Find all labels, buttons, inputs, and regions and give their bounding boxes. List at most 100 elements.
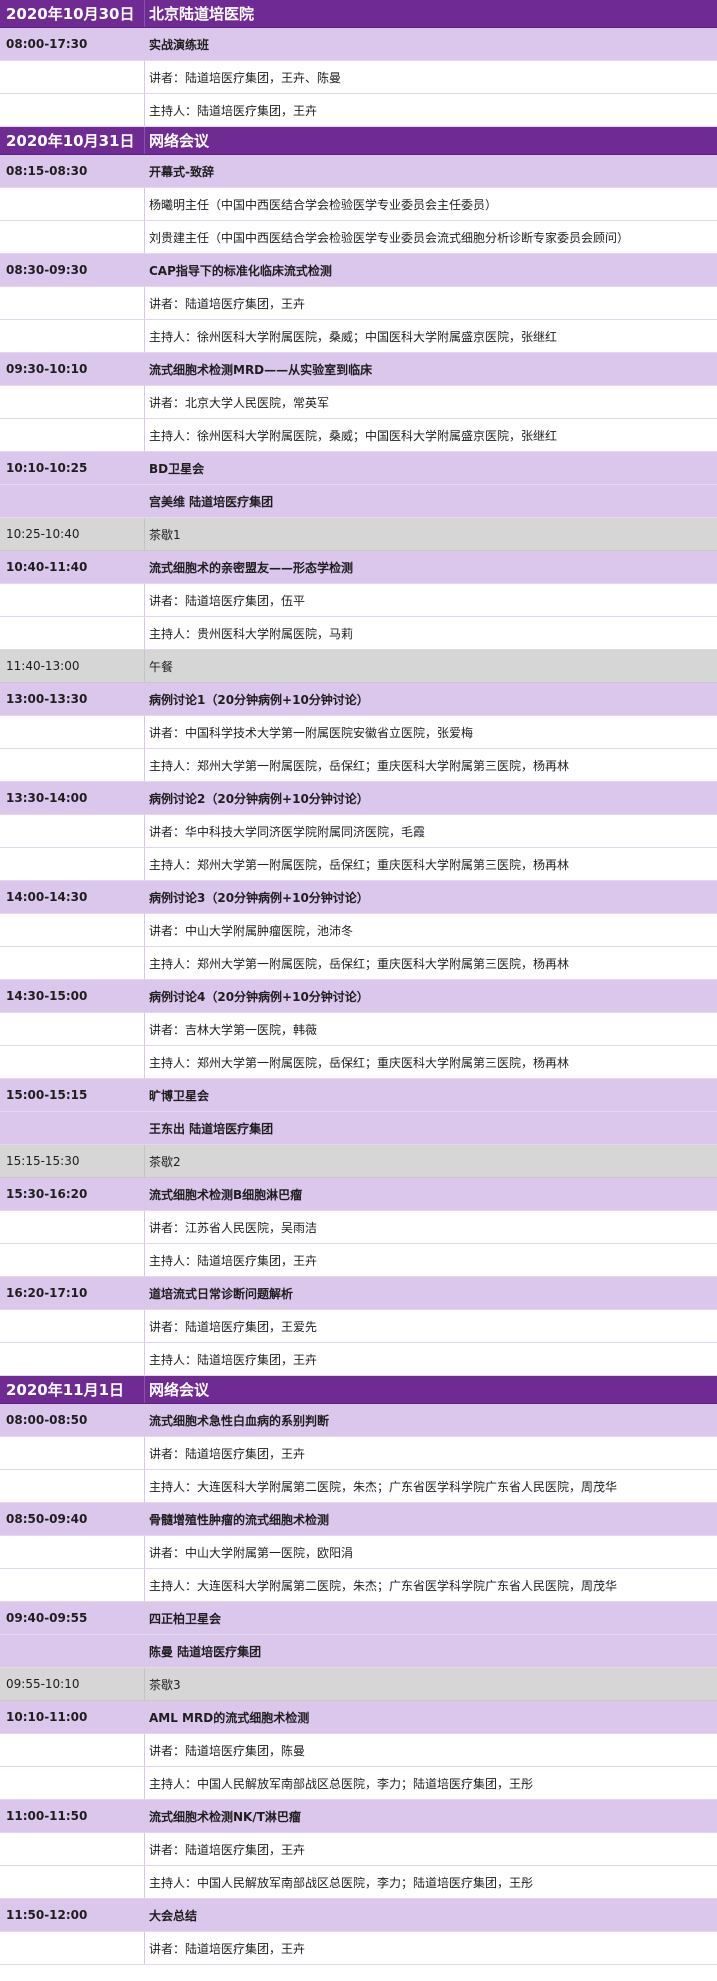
time-cell: 13:00-13:30 xyxy=(0,683,145,715)
time-cell xyxy=(0,1211,145,1243)
detail-row: 主持人：贵州医科大学附属医院，马莉 xyxy=(0,617,717,650)
content-cell: 病例讨论1（20分钟病例+10分钟讨论） xyxy=(149,692,369,707)
day-date: 2020年11月1日 xyxy=(0,1376,145,1403)
content-cell: CAP指导下的标准化临床流式检测 xyxy=(149,263,332,278)
session-row: 10:40-11:40 流式细胞术的亲密盟友——形态学检测 xyxy=(0,551,717,584)
content-cell: 讲者：中国科学技术大学第一附属医院安徽省立医院，张爱梅 xyxy=(149,725,474,740)
time-cell xyxy=(0,1112,145,1144)
content-cell: 讲者：中山大学附属肿瘤医院，池沛冬 xyxy=(149,923,354,938)
session-row: 15:30-16:20 流式细胞术检测B细胞淋巴瘤 xyxy=(0,1178,717,1211)
day-header-row: 2020年10月30日 北京陆道培医院 xyxy=(0,0,717,28)
session-row: 13:00-13:30 病例讨论1（20分钟病例+10分钟讨论） xyxy=(0,683,717,716)
content-cell: AML MRD的流式细胞术检测 xyxy=(149,1710,310,1725)
content-cell: 主持人：郑州大学第一附属医院，岳保红；重庆医科大学附属第三医院，杨再林 xyxy=(149,956,570,971)
content-cell: 道培流式日常诊断问题解析 xyxy=(149,1286,294,1301)
detail-row: 讲者：陆道培医疗集团，王爱先 xyxy=(0,1310,717,1343)
time-cell xyxy=(0,1635,145,1667)
time-cell: 09:30-10:10 xyxy=(0,353,145,385)
session-row: 09:30-10:10 流式细胞术检测MRD——从实验室到临床 xyxy=(0,353,717,386)
time-cell: 10:25-10:40 xyxy=(0,518,145,550)
time-cell xyxy=(0,1046,145,1078)
session-row: 11:00-11:50 流式细胞术检测NK/T淋巴瘤 xyxy=(0,1800,717,1833)
detail-row: 讲者：陆道培医疗集团，陈曼 xyxy=(0,1734,717,1767)
detail-row: 讲者：中山大学附属肿瘤医院，池沛冬 xyxy=(0,914,717,947)
content-cell: 午餐 xyxy=(149,659,174,674)
content-cell: 讲者：江苏省人民医院，吴雨洁 xyxy=(149,1220,318,1235)
content-cell: 茶歇3 xyxy=(149,1677,181,1692)
content-cell: 杨曦明主任（中国中西医结合学会检验医学专业委员会主任委员） xyxy=(149,197,498,212)
content-cell: 骨髓增殖性肿瘤的流式细胞术检测 xyxy=(149,1512,330,1527)
time-cell xyxy=(0,848,145,880)
content-cell: 讲者：陆道培医疗集团，王卉 xyxy=(149,296,306,311)
detail-row: 主持人：郑州大学第一附属医院，岳保红；重庆医科大学附属第三医院，杨再林 xyxy=(0,848,717,881)
detail-row: 主持人：郑州大学第一附属医院，岳保红；重庆医科大学附属第三医院，杨再林 xyxy=(0,749,717,782)
time-cell xyxy=(0,1734,145,1766)
time-cell: 09:55-10:10 xyxy=(0,1668,145,1700)
content-cell: 讲者：吉林大学第一医院，韩薇 xyxy=(149,1022,318,1037)
day-header-row: 2020年11月1日 网络会议 xyxy=(0,1376,717,1404)
detail-row: 主持人：中国人民解放军南部战区总医院，李力；陆道培医疗集团，王彤 xyxy=(0,1767,717,1800)
time-cell xyxy=(0,617,145,649)
session-row: 宫美维 陆道培医疗集团 xyxy=(0,485,717,518)
detail-row: 主持人：徐州医科大学附属医院，桑威；中国医科大学附属盛京医院，张继红 xyxy=(0,320,717,353)
session-row: 08:30-09:30 CAP指导下的标准化临床流式检测 xyxy=(0,254,717,287)
session-row: 11:50-12:00 大会总结 xyxy=(0,1899,717,1932)
time-cell xyxy=(0,221,145,253)
content-cell: 病例讨论3（20分钟病例+10分钟讨论） xyxy=(149,890,369,905)
break-row: 11:40-13:00 午餐 xyxy=(0,650,717,683)
time-cell xyxy=(0,914,145,946)
time-cell xyxy=(0,1343,145,1375)
session-row: 14:30-15:00 病例讨论4（20分钟病例+10分钟讨论） xyxy=(0,980,717,1013)
content-cell: 讲者：陆道培医疗集团，王卉、陈曼 xyxy=(149,70,342,85)
content-cell: 茶歇2 xyxy=(149,1154,181,1169)
time-cell xyxy=(0,947,145,979)
content-cell: 流式细胞术急性白血病的系别判断 xyxy=(149,1413,330,1428)
break-row: 09:55-10:10 茶歇3 xyxy=(0,1668,717,1701)
time-cell: 11:50-12:00 xyxy=(0,1899,145,1931)
time-cell xyxy=(0,1569,145,1601)
time-cell: 14:00-14:30 xyxy=(0,881,145,913)
session-row: 08:00-08:50 流式细胞术急性白血病的系别判断 xyxy=(0,1404,717,1437)
detail-row: 讲者：陆道培医疗集团，王卉 xyxy=(0,1833,717,1866)
content-cell: 宫美维 陆道培医疗集团 xyxy=(149,494,274,509)
content-cell: 讲者：陆道培医疗集团，伍平 xyxy=(149,593,306,608)
day-date: 2020年10月30日 xyxy=(0,0,145,27)
content-cell: 讲者：陆道培医疗集团，王卉 xyxy=(149,1941,306,1956)
time-cell xyxy=(0,61,145,93)
detail-row: 主持人：中国人民解放军南部战区总医院，李力；陆道培医疗集团，王彤 xyxy=(0,1866,717,1899)
content-cell: 流式细胞术检测B细胞淋巴瘤 xyxy=(149,1187,303,1202)
content-cell: 主持人：徐州医科大学附属医院，桑威；中国医科大学附属盛京医院，张继红 xyxy=(149,428,558,443)
detail-row: 主持人：大连医科大学附属第二医院，朱杰；广东省医学科学院广东省人民医院，周茂华 xyxy=(0,1470,717,1503)
content-cell: 王东出 陆道培医疗集团 xyxy=(149,1121,274,1136)
content-cell: 讲者：陆道培医疗集团，王卉 xyxy=(149,1446,306,1461)
time-cell xyxy=(0,1013,145,1045)
content-cell: 陈曼 陆道培医疗集团 xyxy=(149,1644,262,1659)
content-cell: 讲者：陆道培医疗集团，陈曼 xyxy=(149,1743,306,1758)
detail-row: 主持人：陆道培医疗集团，王卉 xyxy=(0,1343,717,1376)
session-row: 10:10-11:00 AML MRD的流式细胞术检测 xyxy=(0,1701,717,1734)
time-cell xyxy=(0,1244,145,1276)
time-cell xyxy=(0,1767,145,1799)
content-cell: BD卫星会 xyxy=(149,461,205,476)
content-cell: 主持人：大连医科大学附属第二医院，朱杰；广东省医学科学院广东省人民医院，周茂华 xyxy=(149,1479,618,1494)
detail-row: 讲者：中国科学技术大学第一附属医院安徽省立医院，张爱梅 xyxy=(0,716,717,749)
content-cell: 主持人：陆道培医疗集团，王卉 xyxy=(149,1253,318,1268)
time-cell xyxy=(0,1866,145,1898)
time-cell: 10:10-10:25 xyxy=(0,452,145,484)
time-cell xyxy=(0,386,145,418)
detail-row: 讲者：陆道培医疗集团，王卉 xyxy=(0,287,717,320)
time-cell: 08:00-17:30 xyxy=(0,28,145,60)
detail-row: 讲者：陆道培医疗集团，王卉 xyxy=(0,1932,717,1965)
time-cell: 10:40-11:40 xyxy=(0,551,145,583)
content-cell: 实战演练班 xyxy=(149,37,210,52)
session-row: 16:20-17:10 道培流式日常诊断问题解析 xyxy=(0,1277,717,1310)
detail-row: 主持人：郑州大学第一附属医院，岳保红；重庆医科大学附属第三医院，杨再林 xyxy=(0,947,717,980)
content-cell: 讲者：中山大学附属第一医院，欧阳涓 xyxy=(149,1545,354,1560)
detail-row: 讲者：陆道培医疗集团，王卉 xyxy=(0,1437,717,1470)
time-cell xyxy=(0,287,145,319)
session-row: 15:00-15:15 旷博卫星会 xyxy=(0,1079,717,1112)
time-cell: 11:40-13:00 xyxy=(0,650,145,682)
detail-row: 讲者：吉林大学第一医院，韩薇 xyxy=(0,1013,717,1046)
content-cell: 刘贵建主任（中国中西医结合学会检验医学专业委员会流式细胞分析诊断专家委员会顾问） xyxy=(149,230,630,245)
session-row: 13:30-14:00 病例讨论2（20分钟病例+10分钟讨论） xyxy=(0,782,717,815)
